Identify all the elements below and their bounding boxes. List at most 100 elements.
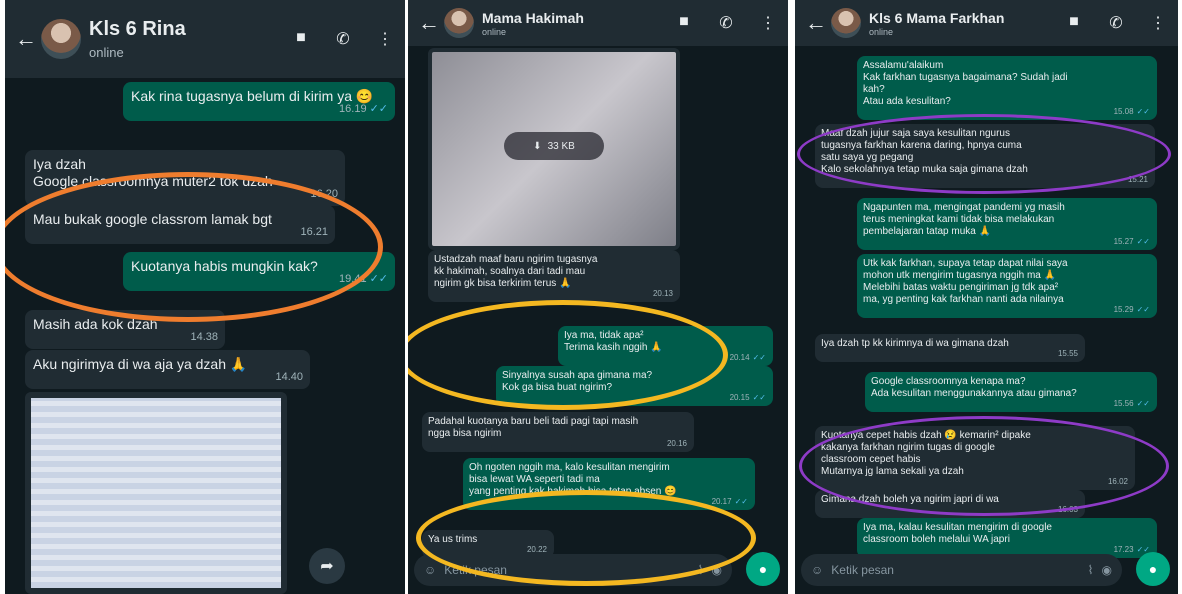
camera-icon[interactable]: ◉: [1102, 563, 1112, 577]
emoji-icon[interactable]: ☺: [424, 563, 436, 577]
message-bubble[interactable]: Gimana dzah boleh ya ngirim japri di wa …: [815, 490, 1085, 518]
message-time: 15.55: [1057, 349, 1078, 358]
message-text: Mau bukak google classrom lamak bgt: [33, 211, 272, 227]
voice-call-icon[interactable]: ✆: [1106, 13, 1126, 33]
message-text: Masih ada kok dzah: [33, 316, 158, 332]
double-check-icon: ✓✓: [1136, 399, 1150, 408]
contact-status: online: [89, 45, 124, 60]
download-size: 33 KB: [547, 140, 575, 152]
message-text: Google classroomnya kenapa ma? Ada kesul…: [871, 376, 1077, 399]
message-bubble[interactable]: Utk kak farkhan, supaya tetap dapat nila…: [857, 254, 1157, 318]
message-bubble[interactable]: Oh ngoten nggih ma, kalo kesulitan mengi…: [463, 458, 755, 510]
message-bubble[interactable]: Ngapunten ma, mengingat pandemi yg masih…: [857, 198, 1157, 250]
contact-name[interactable]: Mama Hakimah: [482, 10, 674, 26]
double-check-icon: ✓✓: [752, 393, 766, 402]
message-time: 16.02: [1107, 477, 1128, 486]
message-text: Aku ngirimya di wa aja ya dzah 🙏: [33, 356, 248, 372]
message-bubble[interactable]: Ustadzah maaf baru ngirim tugasnya kk ha…: [428, 250, 680, 302]
camera-icon[interactable]: ◉: [712, 563, 722, 577]
message-text: Oh ngoten nggih ma, kalo kesulitan mengi…: [469, 462, 677, 497]
chat-header: ← Mama Hakimah online ■ ✆ ⋮: [408, 0, 788, 46]
download-icon: ⬇: [533, 140, 542, 152]
video-call-icon[interactable]: ■: [1064, 13, 1084, 33]
message-bubble[interactable]: Masih ada kok dzah 14.38: [25, 310, 225, 349]
avatar[interactable]: [831, 8, 861, 38]
double-check-icon: ✓✓: [734, 497, 748, 506]
microphone-icon[interactable]: ●: [746, 552, 780, 586]
message-text: Sinyalnya susah apa gimana ma? Kok ga bi…: [502, 370, 653, 393]
microphone-icon[interactable]: ●: [1136, 552, 1170, 586]
message-time: 19.41 ✓✓: [339, 273, 388, 285]
avatar[interactable]: [444, 8, 474, 38]
attach-icon[interactable]: ⌇: [698, 563, 704, 577]
message-bubble[interactable]: Padahal kuotanya baru beli tadi pagi tap…: [422, 412, 694, 452]
contact-name[interactable]: Kls 6 Mama Farkhan: [869, 10, 1064, 26]
forward-icon[interactable]: ➦: [309, 548, 345, 584]
message-input-placeholder: Ketik pesan: [444, 563, 507, 577]
message-bubble[interactable]: Aku ngirimya di wa aja ya dzah 🙏 14.40: [25, 350, 310, 389]
message-bubble[interactable]: Kak rina tugasnya belum di kirim ya 😊 16…: [123, 82, 395, 121]
message-text: Assalamu'alaikum Kak farkhan tugasnya ba…: [863, 60, 1068, 107]
message-time: 20.14 ✓✓: [729, 353, 766, 362]
message-time: 15.29 ✓✓: [1113, 305, 1150, 314]
message-text: Maaf dzah jujur saja saya kesulitan ngur…: [821, 128, 1028, 175]
back-arrow-icon[interactable]: ←: [805, 10, 827, 36]
menu-dots-icon[interactable]: ⋮: [758, 13, 778, 33]
document-photo[interactable]: [25, 392, 287, 594]
message-bubble[interactable]: Mau bukak google classrom lamak bgt 16.2…: [25, 205, 335, 244]
message-text: Ustadzah maaf baru ngirim tugasnya kk ha…: [434, 254, 598, 289]
message-text: Iya dzah Google classroomnya muter2 tok …: [33, 156, 273, 189]
chat-panel-rina: ← Kls 6 Rina online ■ ✆ ⋮ Kak rina tugas…: [5, 0, 405, 594]
chat-header: ← Kls 6 Rina online ■ ✆ ⋮: [5, 0, 405, 78]
attach-icon[interactable]: ⌇: [1088, 563, 1094, 577]
chat-panel-mama-farkhan: ← Kls 6 Mama Farkhan online ■ ✆ ⋮ Assala…: [795, 0, 1178, 594]
message-text: Iya dzah tp kk kirimnya di wa gimana dza…: [821, 338, 1009, 349]
back-arrow-icon[interactable]: ←: [418, 10, 440, 36]
message-bubble[interactable]: Iya dzah tp kk kirimnya di wa gimana dza…: [815, 334, 1085, 362]
message-text: Kuotanya cepet habis dzah 😢 kemarin² dip…: [821, 430, 1031, 477]
menu-dots-icon[interactable]: ⋮: [375, 29, 395, 49]
download-button[interactable]: ⬇ 33 KB: [504, 132, 604, 160]
message-text: Gimana dzah boleh ya ngirim japri di wa: [821, 494, 999, 505]
video-call-icon[interactable]: ■: [291, 29, 311, 49]
message-text: Iya ma, tidak apa² Terima kasih nggih 🙏: [564, 330, 663, 353]
menu-dots-icon[interactable]: ⋮: [1148, 13, 1168, 33]
message-time: 14.38: [190, 331, 218, 343]
message-bubble[interactable]: Iya ma, kalau kesulitan mengirim di goog…: [857, 518, 1157, 558]
message-text: Ngapunten ma, mengingat pandemi yg masih…: [863, 202, 1065, 237]
message-time: 20.17 ✓✓: [711, 497, 748, 506]
message-bubble[interactable]: Maaf dzah jujur saja saya kesulitan ngur…: [815, 124, 1155, 188]
message-bubble[interactable]: Kuotanya cepet habis dzah 😢 kemarin² dip…: [815, 426, 1135, 490]
message-time: 15.27 ✓✓: [1113, 237, 1150, 246]
back-arrow-icon[interactable]: ←: [15, 26, 37, 52]
voice-call-icon[interactable]: ✆: [333, 29, 353, 49]
contact-name[interactable]: Kls 6 Rina: [89, 18, 291, 41]
avatar[interactable]: [41, 19, 81, 59]
double-check-icon: ✓✓: [369, 273, 388, 285]
message-text: Utk kak farkhan, supaya tetap dapat nila…: [863, 258, 1068, 305]
message-bubble[interactable]: Iya dzah Google classroomnya muter2 tok …: [25, 150, 345, 206]
message-time: 16.03: [1057, 505, 1078, 514]
message-time: 15.56 ✓✓: [1113, 399, 1150, 408]
contact-status: online: [482, 26, 507, 37]
message-bubble[interactable]: Iya ma, tidak apa² Terima kasih nggih 🙏 …: [558, 326, 773, 366]
message-input[interactable]: ☺ Ketik pesan ⌇ ◉: [414, 554, 732, 586]
message-bubble[interactable]: Google classroomnya kenapa ma? Ada kesul…: [865, 372, 1157, 412]
message-time: 16.21: [300, 226, 328, 238]
message-time: 16.20: [310, 188, 338, 200]
blurred-image-attachment[interactable]: ⬇ 33 KB: [428, 48, 680, 250]
message-bubble[interactable]: Kuotanya habis mungkin kak? 19.41 ✓✓: [123, 252, 395, 291]
message-text: Iya ma, kalau kesulitan mengirim di goog…: [863, 522, 1052, 545]
double-check-icon: ✓✓: [1136, 305, 1150, 314]
video-call-icon[interactable]: ■: [674, 13, 694, 33]
message-input-placeholder: Ketik pesan: [831, 563, 894, 577]
emoji-icon[interactable]: ☺: [811, 563, 823, 577]
message-bubble[interactable]: Assalamu'alaikum Kak farkhan tugasnya ba…: [857, 56, 1157, 120]
message-input[interactable]: ☺ Ketik pesan ⌇ ◉: [801, 554, 1122, 586]
double-check-icon: ✓✓: [1136, 237, 1150, 246]
message-time: 15.21: [1127, 175, 1148, 184]
double-check-icon: ✓✓: [752, 353, 766, 362]
double-check-icon: ✓✓: [1136, 107, 1150, 116]
message-bubble[interactable]: Sinyalnya susah apa gimana ma? Kok ga bi…: [496, 366, 773, 406]
voice-call-icon[interactable]: ✆: [716, 13, 736, 33]
